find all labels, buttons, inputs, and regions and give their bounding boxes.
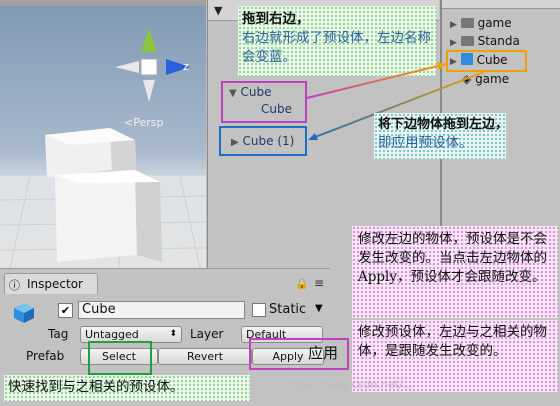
static-label: Static xyxy=(269,302,307,317)
annotation-modify-prefab-text: 修改预设体，左边与之相关的物体，是跟随发生改变的。 xyxy=(358,324,547,359)
annotation-drag-left-body: 即应用预设体。 xyxy=(378,135,473,151)
tab-inspector[interactable]: ⓘ Inspector xyxy=(4,273,98,294)
tag-dropdown-value: Untagged xyxy=(85,328,139,341)
name-field-value: Cube xyxy=(82,302,116,317)
prefab-label: Prefab xyxy=(26,349,65,363)
arrow-hierarchy-to-project xyxy=(306,62,447,99)
annotation-select: 快速找到与之相关的预设体。 xyxy=(4,375,250,401)
annotation-modify-instance: 修改左边的物体，预设体是不会发生改变的。当点击左边物体的Apply，预设体才会跟… xyxy=(352,226,558,318)
name-field[interactable]: Cube xyxy=(78,301,245,319)
annotation-modify-instance-text: 修改左边的物体，预设体是不会发生改变的。当点击左边物体的Apply，预设体才会跟… xyxy=(358,231,547,285)
highlight-select xyxy=(88,341,152,375)
tab-inspector-label: Inspector xyxy=(27,277,83,291)
active-checkbox[interactable]: ✔ xyxy=(58,303,73,318)
menu-icon[interactable]: ≡ xyxy=(314,276,324,290)
gameobject-cube-icon xyxy=(12,301,36,325)
info-icon: ⓘ xyxy=(9,279,20,292)
apply-note: 应用 xyxy=(308,344,339,362)
watermark: https://blog.csdn.net/... xyxy=(285,378,414,391)
tag-label: Tag xyxy=(48,327,69,341)
layer-label: Layer xyxy=(190,327,224,341)
annotation-drag-left-title: 将下边物体拖到左边， xyxy=(378,117,509,132)
annotation-select-text: 快速找到与之相关的预设体。 xyxy=(8,379,184,395)
static-checkbox[interactable] xyxy=(252,303,266,317)
updown-icon: ⬍ xyxy=(169,329,177,339)
revert-button[interactable]: Revert xyxy=(158,348,252,365)
annotation-drag-left: 将下边物体拖到左边， 即应用预设体。 xyxy=(374,113,509,159)
static-dropdown-icon[interactable]: ▼ xyxy=(315,303,323,314)
lock-icon[interactable]: 🔒 xyxy=(295,277,309,290)
